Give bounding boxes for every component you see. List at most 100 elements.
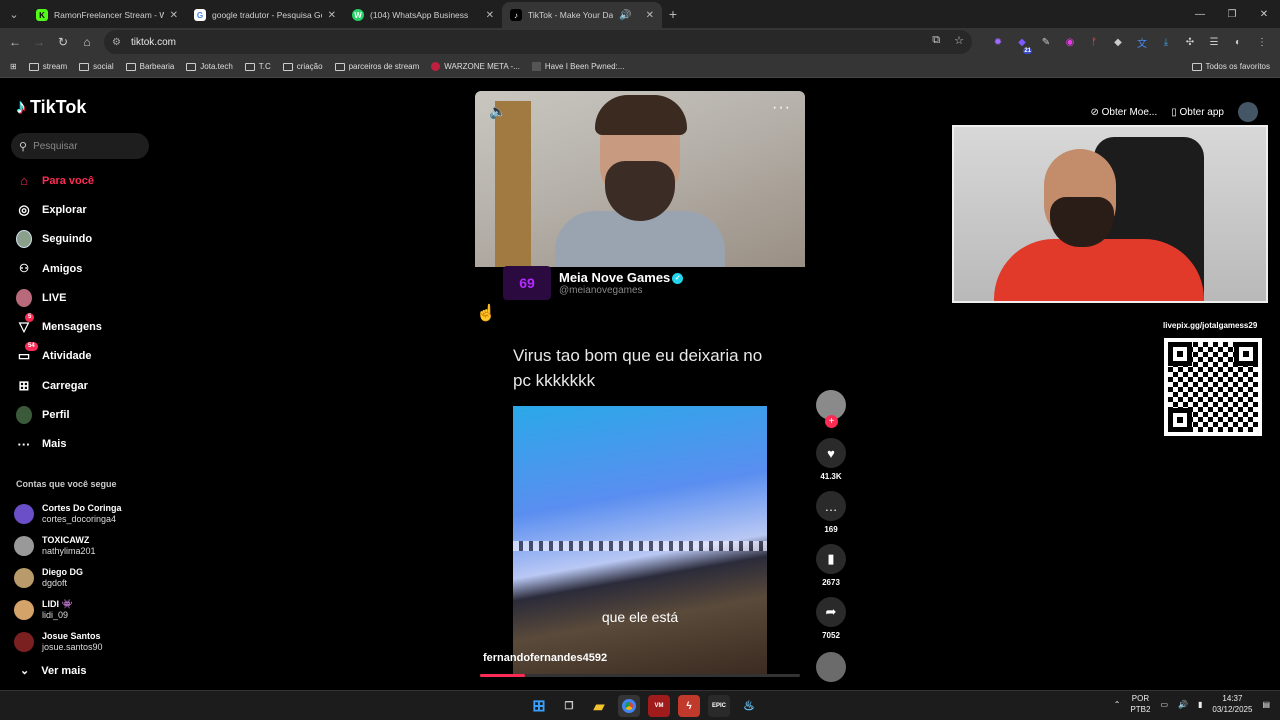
sidebar-item-seguindo[interactable]: Seguindo <box>16 225 102 254</box>
extension-icon[interactable]: ◆ <box>1108 32 1128 52</box>
bookmark-folder-stream[interactable]: stream <box>23 62 73 71</box>
extension-icon[interactable]: ◉ <box>1060 32 1080 52</box>
like-button[interactable]: ♥ <box>816 438 846 468</box>
bookmark-folder-jotatech[interactable]: Jota.tech <box>180 62 238 71</box>
pen-extension-icon[interactable]: ✎ <box>1036 32 1056 52</box>
sidebar-item-atividade[interactable]: ▭ 54 Atividade <box>16 342 102 371</box>
tab-google[interactable]: G google tradutor - Pesquisa Goo ✕ <box>186 2 344 28</box>
apps-grid-icon[interactable]: ⊞ <box>4 62 23 71</box>
close-icon[interactable]: ✕ <box>170 10 178 21</box>
volume-icon[interactable]: 🔈 <box>489 103 506 120</box>
tab-whatsapp[interactable]: W (104) WhatsApp Business ✕ <box>344 2 502 28</box>
steam-icon[interactable]: ♨ <box>738 695 760 717</box>
bookmark-haveibeenpwned[interactable]: Have I Been Pwned:... <box>526 62 631 71</box>
folder-icon <box>1191 62 1202 71</box>
volume-icon[interactable]: 🔊 <box>1178 700 1188 709</box>
language-indicator[interactable]: POR PTB2 <box>1130 693 1150 715</box>
sidebar-item-live[interactable]: LIVE <box>16 283 102 312</box>
network-icon[interactable]: ▭ <box>1160 700 1168 709</box>
folder-icon <box>186 62 197 71</box>
new-tab-button[interactable]: + <box>662 6 684 22</box>
back-button[interactable]: ← <box>3 30 27 54</box>
restore-button[interactable]: ❐ <box>1216 0 1248 28</box>
speaker-icon[interactable]: 🔊 <box>619 10 631 21</box>
sidebar-item-perfil[interactable]: Perfil <box>16 400 102 429</box>
sound-avatar[interactable] <box>816 652 846 682</box>
forward-button[interactable]: → <box>27 30 51 54</box>
battery-icon[interactable]: ▮ <box>1198 700 1202 709</box>
reload-button[interactable]: ↻ <box>51 30 75 54</box>
close-icon[interactable]: ✕ <box>486 10 494 21</box>
tab-tiktok[interactable]: ♪ TikTok - Make Your Day 🔊 ✕ <box>502 2 662 28</box>
profile-icon[interactable]: ◐ <box>1228 32 1248 52</box>
chrome-icon[interactable] <box>618 695 640 717</box>
close-icon[interactable]: ✕ <box>646 10 654 21</box>
list-item[interactable]: Diego DG dgdoft <box>14 562 122 594</box>
bookmark-warzone[interactable]: WARZONE META -... <box>425 62 526 71</box>
list-item[interactable]: Cortes Do Coringa cortes_docoringa4 <box>14 498 122 530</box>
close-window-button[interactable]: ✕ <box>1248 0 1280 28</box>
tiktok-logo[interactable]: ♪ TikTok <box>16 96 86 119</box>
comment-button[interactable]: … <box>816 491 846 521</box>
bookmark-folder-criacao[interactable]: criação <box>277 62 329 71</box>
all-bookmarks[interactable]: Todos os favoritos <box>1191 62 1270 71</box>
sidebar-item-para-voce[interactable]: ⌂ Para você <box>16 166 102 195</box>
get-coins-button[interactable]: ⊘ Obter Moe... <box>1090 107 1157 118</box>
bookmark-folder-social[interactable]: social <box>73 62 119 71</box>
app-lightning-icon[interactable]: ϟ <box>678 695 700 717</box>
share-button[interactable]: ➦ <box>816 597 846 627</box>
sidebar-item-mais[interactable]: ··· Mais <box>16 430 102 459</box>
install-app-icon[interactable]: ⧉ <box>932 34 940 47</box>
sidebar-item-label: Atividade <box>42 350 92 363</box>
minimize-button[interactable]: — <box>1184 0 1216 28</box>
profile-avatar[interactable] <box>1238 102 1258 122</box>
list-item[interactable]: TOXICAWZ nathylima201 <box>14 530 122 562</box>
sidebar-item-carregar[interactable]: ⊞ Carregar <box>16 371 102 400</box>
sidebar-item-amigos[interactable]: ⚇ Amigos <box>16 254 102 283</box>
close-icon[interactable]: ✕ <box>328 10 336 21</box>
save-button[interactable]: ▮ <box>816 544 846 574</box>
bookmark-folder-parceiros[interactable]: parceiros de stream <box>329 62 426 71</box>
menu-kebab-icon[interactable]: ⋮ <box>1252 32 1272 52</box>
download-extension-icon[interactable]: ⤓ <box>1156 32 1176 52</box>
get-app-button[interactable]: ▯ Obter app <box>1171 107 1224 118</box>
search-input[interactable]: ⚲ Pesquisar <box>11 133 149 159</box>
reading-list-icon[interactable]: ☰ <box>1204 32 1224 52</box>
list-item[interactable]: Josue Santos josue.santos90 <box>14 626 122 658</box>
list-item[interactable]: LIDI 👾 lidi_09 <box>14 594 122 626</box>
extension-badge-icon[interactable]: ◆ 21 <box>1012 32 1032 54</box>
taskbar: ⊞ ❐ ▰ VM ϟ EPIC ♨ ⌃ POR PTB2 ▭ 🔊 ▮ 14:37… <box>0 690 1280 720</box>
bookmark-star-icon[interactable]: ☆ <box>954 34 964 47</box>
translate-extension-icon[interactable]: 文 <box>1132 32 1152 52</box>
see-more-button[interactable]: ⌄ Ver mais <box>20 664 86 678</box>
tab-kick[interactable]: K RamonFreelancer Stream - Wa ✕ <box>28 2 186 28</box>
windows-start-icon[interactable]: ⊞ <box>528 695 550 717</box>
bookmark-folder-tc[interactable]: T.C <box>239 62 277 71</box>
epic-games-icon[interactable]: EPIC <box>708 695 730 717</box>
home-button[interactable]: ⌂ <box>75 30 99 54</box>
extension-icon[interactable]: ✹ <box>988 32 1008 52</box>
sidebar-item-explorar[interactable]: ◎ Explorar <box>16 195 102 224</box>
more-options-icon[interactable]: ··· <box>772 99 791 117</box>
extension-icon[interactable]: ᚠ <box>1084 32 1104 52</box>
video-progress-bar[interactable] <box>480 674 800 677</box>
extensions-puzzle-icon[interactable]: ✣ <box>1180 32 1200 52</box>
share-count: 7052 <box>822 631 840 640</box>
sidebar-item-mensagens[interactable]: ▽ 5 Mensagens <box>16 312 102 341</box>
task-view-icon[interactable]: ❐ <box>558 695 580 717</box>
uploader-name[interactable]: fernandofernandes4592 <box>483 652 607 664</box>
follow-plus-icon[interactable]: + <box>825 415 838 428</box>
site-info-icon[interactable]: ⚙ <box>112 37 121 48</box>
notifications-icon[interactable]: ▤ <box>1262 700 1270 709</box>
chevron-up-icon[interactable]: ⌃ <box>1114 700 1121 709</box>
video-player[interactable]: que ele está <box>513 406 767 676</box>
bookmark-folder-barbearia[interactable]: Barbearia <box>120 62 181 71</box>
channel-header[interactable]: 69 Meia Nove Games ✓ @meianovegames <box>503 266 684 300</box>
tab-search-button[interactable]: ⌄ <box>0 0 28 28</box>
file-explorer-icon[interactable]: ▰ <box>588 695 610 717</box>
background-door <box>495 101 531 267</box>
voicemeeter-icon[interactable]: VM <box>648 695 670 717</box>
creator-avatar[interactable]: + <box>816 390 846 428</box>
clock[interactable]: 14:37 03/12/2025 <box>1212 693 1252 715</box>
address-bar[interactable]: ⚙ tiktok.com ⧉ ☆ <box>104 30 972 54</box>
